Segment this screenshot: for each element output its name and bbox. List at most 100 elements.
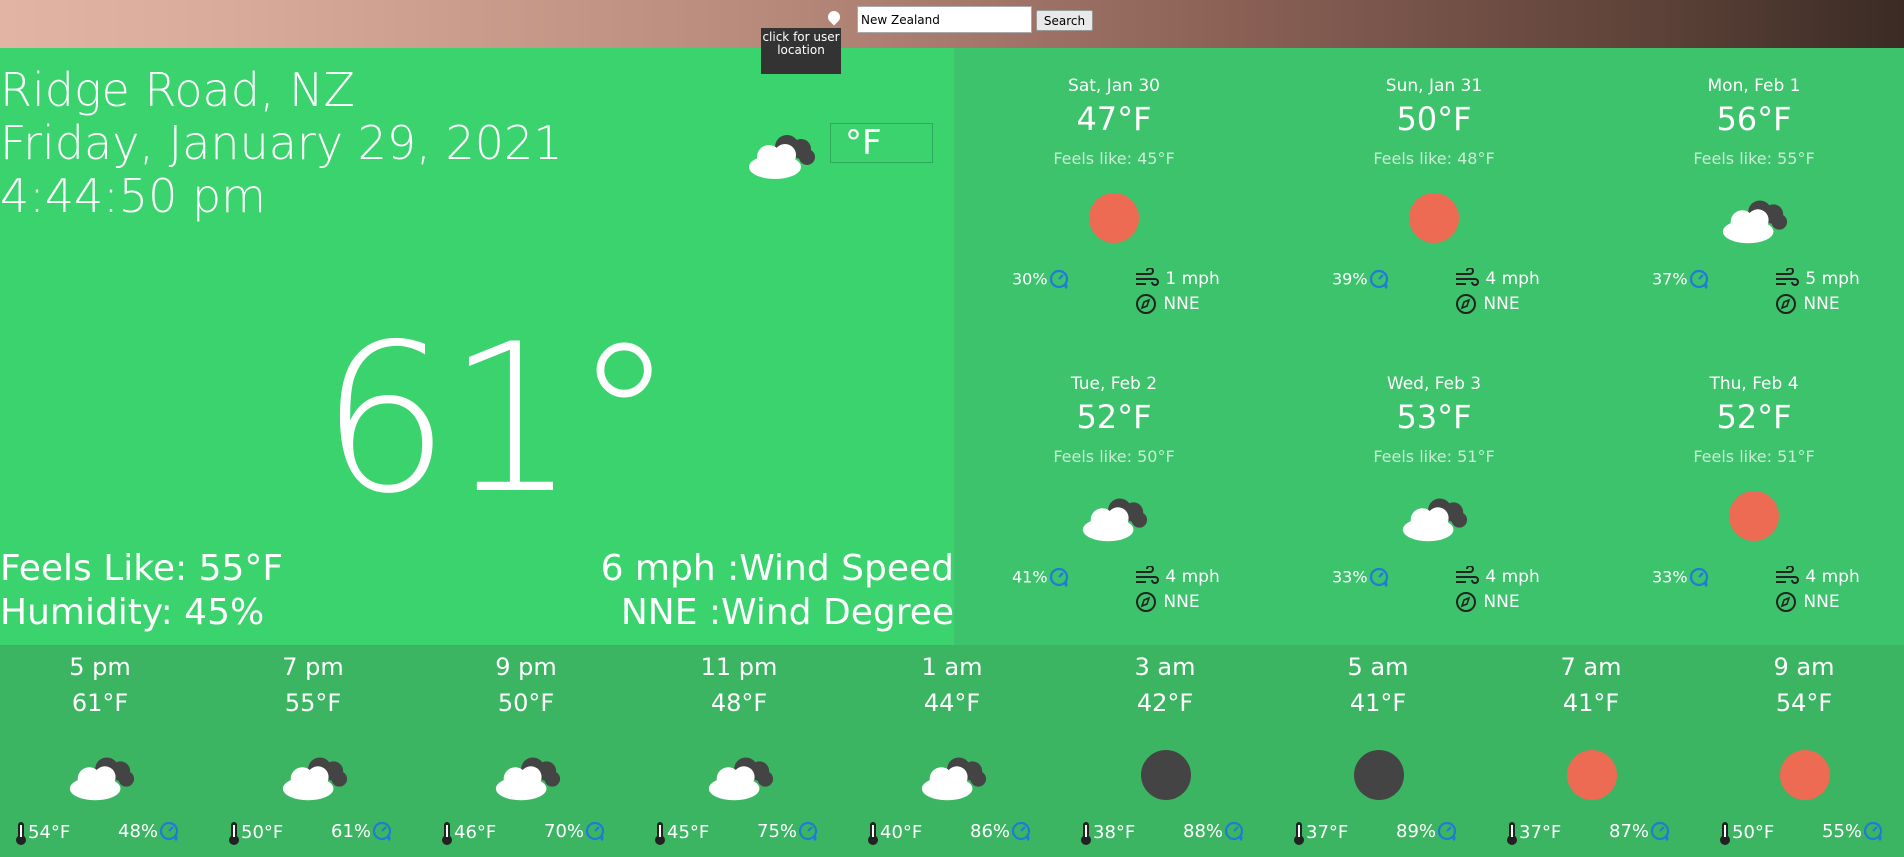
hour-time: 5 am [1347, 653, 1409, 681]
location-name: Ridge Road, NZ [0, 63, 356, 117]
cloudy-icon [1079, 486, 1149, 550]
hour-humidity: 86% [970, 820, 1034, 844]
thermometer-icon [14, 822, 28, 845]
forecast-day-name: Wed, Feb 3 [1386, 374, 1482, 394]
thermometer-icon [653, 822, 667, 845]
daily-forecast: Sat, Jan 30 47°F Feels like: 45°F 30% 1 mph… [954, 48, 1904, 645]
thermometer-icon [1079, 822, 1093, 845]
forecast-day-wind: 4 mph [1454, 268, 1540, 290]
wind-icon [1454, 268, 1480, 289]
forecast-day-direction: NNE [1134, 590, 1200, 614]
compass-icon [1134, 592, 1158, 612]
forecast-day-wind: 4 mph [1774, 566, 1860, 588]
forecast-day-temp: 56°F [1716, 100, 1792, 138]
hour-feels: 38°F [1079, 820, 1135, 846]
direction-value: NNE [1483, 294, 1520, 314]
direction-value: NNE [1483, 592, 1520, 612]
search-button[interactable]: Search [1036, 10, 1093, 31]
hour-temp: 42°F [1136, 689, 1194, 717]
humidity-icon [1010, 821, 1034, 842]
hour-time: 9 am [1773, 653, 1835, 681]
hour-feels: 50°F [1718, 820, 1774, 846]
forecast-day-feels: Feels like: 48°F [1373, 149, 1495, 168]
humidity-icon [1688, 567, 1712, 587]
forecast-day-direction: NNE [1774, 292, 1840, 316]
hourly-item: 5 am 41°F 37°F 89% [1278, 645, 1490, 857]
forecast-day-temp: 53°F [1396, 398, 1472, 436]
feels-value: 50°F [241, 822, 284, 843]
search-input[interactable] [857, 6, 1032, 33]
hour-icon [1131, 745, 1201, 805]
hour-humidity: 75% [757, 820, 821, 844]
forecast-day-wind: 5 mph [1774, 268, 1860, 290]
thermometer-icon [1292, 822, 1306, 845]
wind-degree: NNE :Wind Degree [620, 592, 954, 633]
sun-icon [1409, 193, 1459, 243]
wind-icon [1134, 566, 1160, 587]
cloudy-icon [492, 745, 562, 809]
unit-toggle[interactable]: °F [830, 123, 933, 163]
hour-temp: 48°F [710, 689, 768, 717]
cloudy-icon [279, 745, 349, 809]
forecast-day-card: Thu, Feb 4 52°F Feels like: 51°F 33% 4 mph … [1594, 346, 1904, 636]
forecast-day-card: Tue, Feb 2 52°F Feels like: 50°F 41% 4 mph … [954, 346, 1274, 636]
humidity-icon [797, 821, 821, 842]
hourly-item: 9 am 54°F 50°F 55% [1704, 645, 1904, 857]
feels-value: 45°F [667, 822, 710, 843]
hour-temp: 41°F [1349, 689, 1407, 717]
hour-feels: 46°F [440, 820, 496, 846]
hour-feels: 37°F [1292, 820, 1348, 846]
hour-icon [705, 745, 775, 805]
forecast-day-feels: Feels like: 51°F [1693, 447, 1815, 466]
wind-value: 4 mph [1165, 567, 1220, 587]
forecast-day-icon [1079, 188, 1149, 248]
wind-icon [1774, 566, 1800, 587]
cloudy-icon [66, 745, 136, 809]
forecast-day-icon [1719, 188, 1789, 248]
hour-icon [492, 745, 562, 805]
hourly-item: 9 pm 50°F 46°F 70% [426, 645, 638, 857]
forecast-day-name: Sat, Jan 30 [1068, 76, 1160, 96]
hour-icon [1344, 745, 1414, 805]
hourly-item: 11 pm 48°F 45°F 75% [639, 645, 851, 857]
humidity-icon [1368, 269, 1392, 289]
feels-value: 37°F [1519, 822, 1562, 843]
hour-temp: 41°F [1562, 689, 1620, 717]
direction-value: NNE [1803, 294, 1840, 314]
hour-feels: 37°F [1505, 820, 1561, 846]
forecast-day-icon [1399, 486, 1469, 546]
forecast-day-name: Mon, Feb 1 [1707, 76, 1801, 96]
thermometer-icon [866, 822, 880, 845]
humidity-icon [1368, 567, 1392, 587]
hour-temp: 50°F [497, 689, 555, 717]
forecast-day-icon [1719, 486, 1789, 546]
forecast-day-humidity: 39% [1332, 268, 1392, 292]
forecast-day-name: Tue, Feb 2 [1070, 374, 1158, 394]
wind-speed: 6 mph :Wind Speed [600, 548, 954, 589]
humidity-icon [1048, 567, 1072, 587]
direction-value: NNE [1803, 592, 1840, 612]
humidity-icon [158, 821, 182, 842]
location-pin-icon[interactable] [825, 8, 843, 26]
humidity-value: 86% [970, 821, 1011, 842]
hour-time: 7 am [1560, 653, 1622, 681]
forecast-day-wind: 4 mph [1134, 566, 1220, 588]
forecast-day-direction: NNE [1454, 590, 1520, 614]
forecast-day-feels: Feels like: 50°F [1053, 447, 1175, 466]
current-temperature: 61° [320, 301, 675, 539]
hour-time: 5 pm [69, 653, 131, 681]
forecast-day-direction: NNE [1134, 292, 1200, 316]
forecast-day-humidity: 30% [1012, 268, 1072, 292]
compass-icon [1134, 294, 1158, 314]
feels-value: 40°F [880, 822, 923, 843]
forecast-day-temp: 52°F [1716, 398, 1792, 436]
forecast-day-humidity: 33% [1332, 566, 1392, 590]
forecast-day-wind: 1 mph [1134, 268, 1220, 290]
humidity-icon [371, 821, 395, 842]
compass-icon [1774, 592, 1798, 612]
hour-humidity: 70% [544, 820, 608, 844]
thermometer-icon [440, 822, 454, 845]
cloudy-icon [1399, 486, 1469, 550]
humidity-value: 61% [331, 821, 372, 842]
forecast-day-humidity: 41% [1012, 566, 1072, 590]
